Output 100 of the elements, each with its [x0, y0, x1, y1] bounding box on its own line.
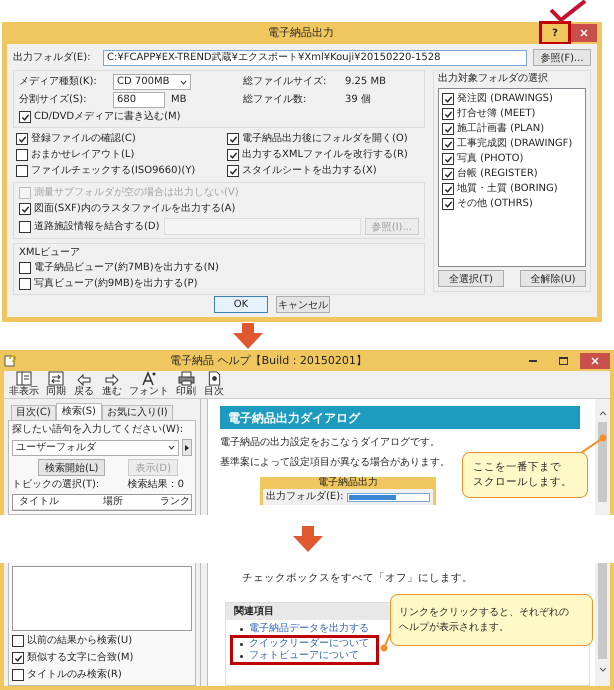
down-arrow-icon	[293, 526, 323, 552]
ok-button[interactable]: OK	[214, 296, 268, 313]
tab[interactable]: お気に入り(I)	[102, 405, 173, 420]
back-arrow-icon	[77, 374, 91, 386]
arrow-button[interactable]	[182, 439, 192, 456]
field-value: 39 個	[345, 94, 371, 106]
search-button[interactable]: 検索開始(L)	[38, 459, 106, 476]
caret-icon	[180, 80, 187, 84]
checkbox[interactable]	[442, 183, 454, 195]
checkbox[interactable]	[12, 669, 24, 681]
bullet	[240, 642, 243, 646]
size-field[interactable]: 680	[113, 92, 165, 108]
tab[interactable]: 目次(C)	[11, 405, 56, 420]
sync-icon	[48, 371, 64, 386]
scrollbar[interactable]	[595, 399, 610, 515]
help-link[interactable]: 電子納品データを出力する	[249, 623, 369, 635]
checkbox[interactable]	[227, 165, 239, 177]
down-arrow-icon	[233, 323, 263, 349]
checkbox[interactable]	[12, 652, 24, 664]
callout-text: スクロールします。	[473, 475, 573, 490]
checkbox-label: 電子納品ビューア(約7MB)を出力する(N)	[34, 262, 219, 274]
paragraph: 電子納品の出力設定をおこなうダイアログです。	[220, 437, 440, 449]
checkbox[interactable]	[442, 108, 454, 120]
checkbox-label: 施工計画書 (PLAN)	[457, 123, 544, 135]
checkbox[interactable]	[442, 153, 454, 165]
checkbox-label: 台帳 (REGISTER)	[457, 168, 538, 180]
field-label: メディア種類(K):	[19, 76, 98, 88]
paragraph: チェックボックスをすべて「オフ」にします。	[242, 572, 473, 584]
toolbar-button[interactable]: 印刷	[173, 371, 199, 398]
checkbox-label: 図面(SXF)内のラスタファイルを出力する(A)	[34, 203, 236, 215]
toolbar-button[interactable]: 進む	[99, 371, 125, 398]
checkbox-label: 測量サブフォルダが空の場合は出力しない(V)	[34, 187, 239, 199]
dialog-screenshot: 電子納品出力 出力フォルダ(E):	[260, 477, 436, 505]
browse-button[interactable]: 参照(F)...	[533, 49, 591, 66]
toolbar-button[interactable]: フォント	[127, 371, 171, 398]
unit-label: MB	[171, 94, 188, 106]
checkbox-label: 工事完成図 (DRAWINGF)	[457, 138, 572, 150]
cancel-button[interactable]: キャンセル	[276, 296, 330, 313]
folder-field[interactable]: C:¥FCAPP¥EX-TREND武蔵¥エクスポート¥Xml¥Kouji¥20150220-1528	[103, 50, 527, 66]
checkbox[interactable]	[227, 149, 239, 161]
checkbox[interactable]	[16, 133, 28, 145]
checkbox[interactable]	[442, 93, 454, 105]
checkbox-label: 電子納品出力後にフォルダを開く(O)	[242, 133, 408, 145]
search-field[interactable]: ユーザーフォルダ	[12, 440, 179, 456]
checkbox-label: CD/DVDメディアに書き込む(M)	[34, 111, 181, 123]
toolbar-button[interactable]: 非表示	[7, 371, 41, 398]
checkbox[interactable]	[19, 278, 31, 290]
tab[interactable]: 検索(S)	[56, 403, 102, 420]
help-link[interactable]: クイックリーダーについて	[249, 638, 369, 650]
field-label: トピックの選択(T):	[12, 479, 100, 491]
document-icon	[208, 371, 220, 386]
checkbox[interactable]	[442, 123, 454, 135]
checkbox[interactable]	[442, 138, 454, 150]
folder-list[interactable]: 発注図 (DRAWINGS) 打合せ簿 (MEET) 施工計画書 (PLAN) 工事完成図 (DRAWINGF) 写真 (PHOTO) 台帳 (REGISTER) 地質・土質 (BORING) その他 (OTHRS)	[438, 88, 586, 267]
callout-text: ここを一番下まで	[473, 460, 562, 475]
checkmark-icon	[548, 0, 588, 22]
checkbox-label: 以前の結果から検索(U)	[27, 635, 132, 647]
group-title: XMLビューア	[19, 247, 82, 259]
checkbox[interactable]	[16, 165, 28, 177]
checkbox-label: おまかせレイアウト(L)	[31, 149, 134, 161]
field-label: 出力フォルダ(E):	[13, 52, 92, 64]
checkbox[interactable]	[16, 149, 28, 161]
checkbox-label: 道路施設情報を結合する(D)	[34, 220, 160, 232]
callout-text: ヘルプが表示されます。	[399, 620, 510, 635]
paragraph: 基準案によって設定項目が異なる場合があります。	[220, 457, 450, 469]
checkbox-label: 出力するXMLファイルを改行する(R)	[242, 149, 408, 161]
column-header[interactable]: ランク	[154, 496, 191, 508]
field-value: 9.25 MB	[345, 76, 386, 88]
checkbox[interactable]	[19, 203, 31, 215]
media-dropdown[interactable]: CD 700MB	[113, 74, 191, 90]
maximize-icon	[558, 356, 568, 364]
checkbox[interactable]	[442, 198, 454, 210]
toolbar-button[interactable]: 戻る	[71, 371, 97, 398]
clear-all-button[interactable]: 全解除(U)	[520, 270, 586, 287]
checkbox[interactable]	[19, 220, 31, 232]
close-button[interactable]	[571, 24, 597, 42]
checkbox[interactable]	[12, 635, 24, 647]
font-icon	[141, 371, 157, 386]
select-all-button[interactable]: 全選択(T)	[438, 270, 504, 287]
forward-arrow-icon	[105, 374, 119, 386]
checkbox-label: 登録ファイルの確認(C)	[31, 133, 136, 145]
scroll-down-icon	[598, 667, 606, 672]
column-header[interactable]: 場所	[97, 496, 154, 508]
caret-icon	[168, 445, 175, 450]
triangle-icon	[185, 444, 189, 450]
close-icon	[591, 356, 599, 364]
toolbar-button[interactable]: 目次	[201, 371, 227, 398]
checkbox[interactable]	[227, 133, 239, 145]
callout-text: リンクをクリックすると、それぞれの	[399, 606, 570, 620]
checkbox[interactable]	[442, 168, 454, 180]
scrollbar[interactable]	[595, 563, 610, 686]
close-button[interactable]	[580, 352, 610, 368]
close-icon	[580, 29, 588, 37]
help-link[interactable]: フォトビューアについて	[249, 650, 359, 662]
results-list[interactable]: タイトル 場所 ランク	[12, 494, 192, 511]
window-title: 電子納品出力	[267, 27, 335, 39]
checkbox[interactable]	[19, 111, 31, 123]
toolbar-button[interactable]: 同期	[43, 371, 69, 398]
checkbox[interactable]	[19, 262, 31, 274]
column-header[interactable]: タイトル	[13, 496, 98, 508]
